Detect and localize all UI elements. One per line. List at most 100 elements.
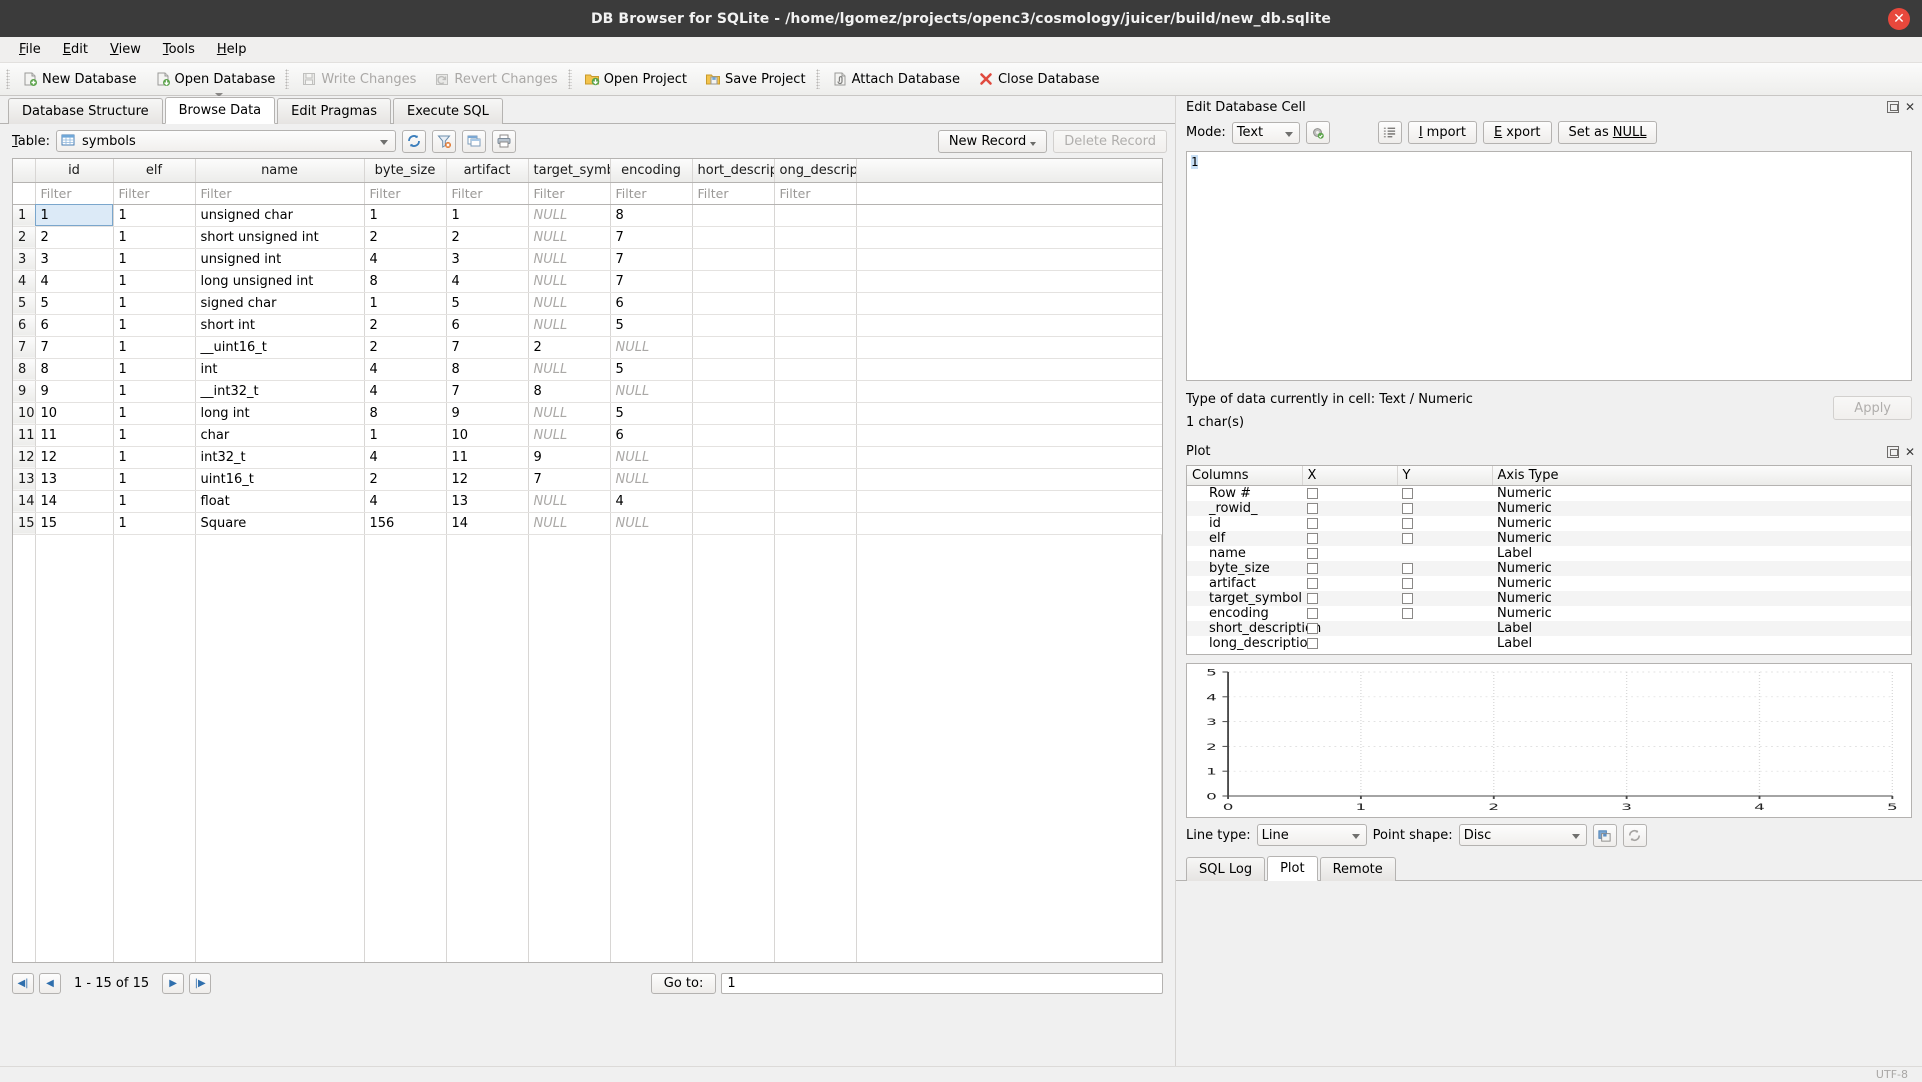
plot-y-checkbox-cell[interactable] [1397,621,1492,636]
table-cell[interactable]: 12 [35,446,114,469]
word-wrap-button[interactable] [1377,121,1402,144]
table-cell[interactable] [692,204,775,227]
table-cell[interactable]: 7 [610,270,693,293]
table-cell[interactable]: NULL [528,512,611,535]
plot-y-checkbox-cell[interactable] [1397,546,1492,561]
plot-x-checkbox[interactable] [1307,608,1318,619]
mode-select[interactable]: Text [1231,121,1300,144]
table-cell[interactable] [692,248,775,271]
table-cell[interactable]: 4 [364,490,447,513]
table-row[interactable]: 1 1 1 unsigned char 1 1 NULL 8 [13,204,1162,227]
table-cell[interactable]: 7 [35,336,114,359]
table-cell[interactable] [692,402,775,425]
table-cell[interactable]: 5 [35,292,114,315]
save-results-view-button[interactable] [462,129,487,153]
table-cell[interactable]: NULL [528,292,611,315]
table-cell[interactable]: 11 [35,424,114,447]
menu-file[interactable]: File [8,39,52,60]
column-header-id[interactable]: id [35,159,114,183]
plot-y-checkbox-cell[interactable] [1397,591,1492,606]
new-record-dropdown-icon[interactable] [1030,142,1037,146]
table-row[interactable]: 6 6 1 short int 2 6 NULL 5 [13,314,1162,337]
column-header-artifact[interactable]: artifact [446,159,529,183]
plot-y-checkbox-cell[interactable] [1397,561,1492,576]
table-cell[interactable]: 7 [446,380,529,403]
row-number[interactable]: 14 [13,490,36,513]
plot-x-checkbox-cell[interactable] [1302,546,1397,561]
table-cell[interactable]: 4 [364,446,447,469]
table-cell[interactable] [692,226,775,249]
table-row[interactable]: 5 5 1 signed char 1 5 NULL 6 [13,292,1162,315]
tab-execute-sql[interactable]: Execute SQL [393,98,503,124]
table-cell[interactable]: 1 [113,424,196,447]
table-cell[interactable]: char [195,424,365,447]
plot-canvas[interactable]: 0 1 2 3 4 5 0 1 2 3 4 5 [1186,662,1912,818]
table-cell[interactable]: 9 [35,380,114,403]
table-cell[interactable]: 7 [610,248,693,271]
plot-x-checkbox-cell[interactable] [1302,606,1397,621]
table-cell[interactable] [774,380,857,403]
table-cell[interactable] [774,512,857,535]
table-cell[interactable] [692,468,775,491]
previous-record-button[interactable]: ◀ [39,973,61,994]
new-database-button[interactable]: New Database [14,68,145,90]
table-row[interactable]: 15 15 1 Square 156 14 NULL NULL [13,512,1162,535]
plot-column-row[interactable]: short_description Label [1187,621,1911,636]
table-cell[interactable]: 3 [446,248,529,271]
table-cell[interactable]: 6 [610,424,693,447]
table-cell[interactable]: int32_t [195,446,365,469]
tab-database-structure[interactable]: Database Structure [8,98,163,124]
plot-y-checkbox[interactable] [1402,593,1413,604]
table-cell[interactable]: 1 [113,336,196,359]
apply-settings-button[interactable] [1305,121,1330,144]
filter-input-id[interactable]: Filter [35,182,114,205]
table-cell[interactable]: 2 [364,468,447,491]
plot-y-checkbox[interactable] [1402,608,1413,619]
row-number[interactable]: 6 [13,314,36,337]
table-row[interactable]: 7 7 1 __uint16_t 2 7 2 NULL [13,336,1162,359]
table-row[interactable]: 4 4 1 long unsigned int 8 4 NULL 7 [13,270,1162,293]
save-project-button[interactable]: Save Project [697,68,814,90]
table-cell[interactable]: 6 [610,292,693,315]
table-row[interactable]: 10 10 1 long int 8 9 NULL 5 [13,402,1162,425]
plot-header-columns[interactable]: Columns [1187,465,1303,486]
menu-tools[interactable]: Tools [152,39,206,60]
plot-column-row[interactable]: elf Numeric [1187,531,1911,546]
table-cell[interactable]: NULL [528,358,611,381]
table-cell[interactable] [774,402,857,425]
plot-x-checkbox[interactable] [1307,548,1318,559]
table-cell[interactable]: 6 [446,314,529,337]
plot-header-axis-type[interactable]: Axis Type [1492,465,1911,486]
plot-y-checkbox-cell[interactable] [1397,486,1492,502]
table-cell[interactable] [692,380,775,403]
table-cell[interactable]: 10 [446,424,529,447]
table-cell[interactable]: unsigned char [195,204,365,227]
filter-input-encoding[interactable]: Filter [610,182,693,205]
menu-help[interactable]: Help [206,39,258,60]
table-cell[interactable]: 4 [364,248,447,271]
table-cell[interactable]: NULL [610,446,693,469]
table-cell[interactable] [692,490,775,513]
plot-x-checkbox[interactable] [1307,518,1318,529]
plot-y-checkbox[interactable] [1402,578,1413,589]
table-row[interactable]: 13 13 1 uint16_t 2 12 7 NULL [13,468,1162,491]
table-cell[interactable]: __uint16_t [195,336,365,359]
new-record-button[interactable]: New Record [937,129,1048,153]
plot-x-checkbox-cell[interactable] [1302,621,1397,636]
table-cell[interactable]: 8 [364,270,447,293]
table-cell[interactable]: NULL [528,248,611,271]
first-record-button[interactable]: ◀| [12,973,34,994]
filter-input-name[interactable]: Filter [195,182,365,205]
tab-edit-pragmas[interactable]: Edit Pragmas [277,98,392,124]
print-button[interactable] [492,129,517,153]
table-row[interactable]: 14 14 1 float 4 13 NULL 4 [13,490,1162,513]
table-cell[interactable]: 1 [446,204,529,227]
goto-input[interactable]: 1 [721,973,1164,994]
plot-y-checkbox-cell[interactable] [1397,531,1492,546]
table-cell[interactable]: NULL [528,424,611,447]
table-cell[interactable] [774,270,857,293]
row-number[interactable]: 9 [13,380,36,403]
plot-close-icon[interactable]: ✕ [1904,446,1916,458]
table-cell[interactable]: 8 [528,380,611,403]
row-number[interactable]: 4 [13,270,36,293]
